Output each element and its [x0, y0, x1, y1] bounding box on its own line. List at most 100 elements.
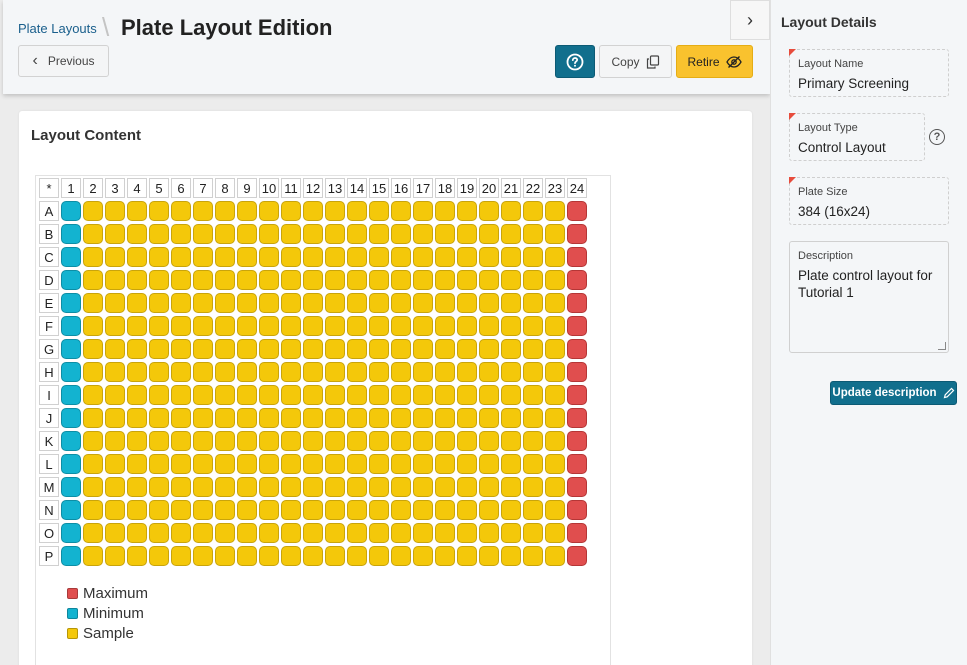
- well-J18[interactable]: [435, 408, 455, 428]
- well-L15[interactable]: [369, 454, 389, 474]
- well-C19[interactable]: [457, 247, 477, 267]
- well-H1[interactable]: [61, 362, 81, 382]
- well-H22[interactable]: [523, 362, 543, 382]
- well-I7[interactable]: [193, 385, 213, 405]
- well-G3[interactable]: [105, 339, 125, 359]
- well-F2[interactable]: [83, 316, 103, 336]
- well-N17[interactable]: [413, 500, 433, 520]
- well-P3[interactable]: [105, 546, 125, 566]
- well-A5[interactable]: [149, 201, 169, 221]
- well-N13[interactable]: [325, 500, 345, 520]
- retire-button[interactable]: Retire: [676, 45, 753, 78]
- well-H6[interactable]: [171, 362, 191, 382]
- well-K9[interactable]: [237, 431, 257, 451]
- well-D15[interactable]: [369, 270, 389, 290]
- well-A7[interactable]: [193, 201, 213, 221]
- well-L23[interactable]: [545, 454, 565, 474]
- well-L21[interactable]: [501, 454, 521, 474]
- well-N8[interactable]: [215, 500, 235, 520]
- well-O10[interactable]: [259, 523, 279, 543]
- well-C10[interactable]: [259, 247, 279, 267]
- well-P10[interactable]: [259, 546, 279, 566]
- well-A22[interactable]: [523, 201, 543, 221]
- well-O15[interactable]: [369, 523, 389, 543]
- well-A19[interactable]: [457, 201, 477, 221]
- well-F24[interactable]: [567, 316, 587, 336]
- update-description-button[interactable]: Update description: [830, 381, 957, 405]
- well-P11[interactable]: [281, 546, 301, 566]
- well-L13[interactable]: [325, 454, 345, 474]
- well-N20[interactable]: [479, 500, 499, 520]
- well-D6[interactable]: [171, 270, 191, 290]
- well-J24[interactable]: [567, 408, 587, 428]
- well-K2[interactable]: [83, 431, 103, 451]
- well-L14[interactable]: [347, 454, 367, 474]
- well-I10[interactable]: [259, 385, 279, 405]
- well-F4[interactable]: [127, 316, 147, 336]
- well-P7[interactable]: [193, 546, 213, 566]
- well-A9[interactable]: [237, 201, 257, 221]
- well-A2[interactable]: [83, 201, 103, 221]
- well-K14[interactable]: [347, 431, 367, 451]
- well-D19[interactable]: [457, 270, 477, 290]
- well-A4[interactable]: [127, 201, 147, 221]
- well-F5[interactable]: [149, 316, 169, 336]
- well-M4[interactable]: [127, 477, 147, 497]
- well-P4[interactable]: [127, 546, 147, 566]
- well-E15[interactable]: [369, 293, 389, 313]
- well-K16[interactable]: [391, 431, 411, 451]
- well-C9[interactable]: [237, 247, 257, 267]
- well-A6[interactable]: [171, 201, 191, 221]
- well-M13[interactable]: [325, 477, 345, 497]
- well-K11[interactable]: [281, 431, 301, 451]
- well-M6[interactable]: [171, 477, 191, 497]
- well-B1[interactable]: [61, 224, 81, 244]
- well-K19[interactable]: [457, 431, 477, 451]
- well-M22[interactable]: [523, 477, 543, 497]
- well-E16[interactable]: [391, 293, 411, 313]
- well-J10[interactable]: [259, 408, 279, 428]
- well-M18[interactable]: [435, 477, 455, 497]
- well-I6[interactable]: [171, 385, 191, 405]
- well-J16[interactable]: [391, 408, 411, 428]
- well-B6[interactable]: [171, 224, 191, 244]
- well-G2[interactable]: [83, 339, 103, 359]
- well-D5[interactable]: [149, 270, 169, 290]
- well-J21[interactable]: [501, 408, 521, 428]
- well-M10[interactable]: [259, 477, 279, 497]
- copy-button[interactable]: Copy: [599, 45, 672, 78]
- well-G16[interactable]: [391, 339, 411, 359]
- well-N2[interactable]: [83, 500, 103, 520]
- well-B19[interactable]: [457, 224, 477, 244]
- well-B5[interactable]: [149, 224, 169, 244]
- well-K21[interactable]: [501, 431, 521, 451]
- well-A16[interactable]: [391, 201, 411, 221]
- well-D10[interactable]: [259, 270, 279, 290]
- well-E3[interactable]: [105, 293, 125, 313]
- well-P15[interactable]: [369, 546, 389, 566]
- well-O1[interactable]: [61, 523, 81, 543]
- well-P5[interactable]: [149, 546, 169, 566]
- well-A10[interactable]: [259, 201, 279, 221]
- well-L12[interactable]: [303, 454, 323, 474]
- well-J9[interactable]: [237, 408, 257, 428]
- well-E14[interactable]: [347, 293, 367, 313]
- well-K17[interactable]: [413, 431, 433, 451]
- well-A1[interactable]: [61, 201, 81, 221]
- well-D4[interactable]: [127, 270, 147, 290]
- well-O17[interactable]: [413, 523, 433, 543]
- well-K1[interactable]: [61, 431, 81, 451]
- well-P19[interactable]: [457, 546, 477, 566]
- well-L9[interactable]: [237, 454, 257, 474]
- well-O24[interactable]: [567, 523, 587, 543]
- well-M11[interactable]: [281, 477, 301, 497]
- well-B20[interactable]: [479, 224, 499, 244]
- well-G24[interactable]: [567, 339, 587, 359]
- well-P13[interactable]: [325, 546, 345, 566]
- well-H13[interactable]: [325, 362, 345, 382]
- well-I11[interactable]: [281, 385, 301, 405]
- well-D13[interactable]: [325, 270, 345, 290]
- well-A14[interactable]: [347, 201, 367, 221]
- well-O19[interactable]: [457, 523, 477, 543]
- well-C16[interactable]: [391, 247, 411, 267]
